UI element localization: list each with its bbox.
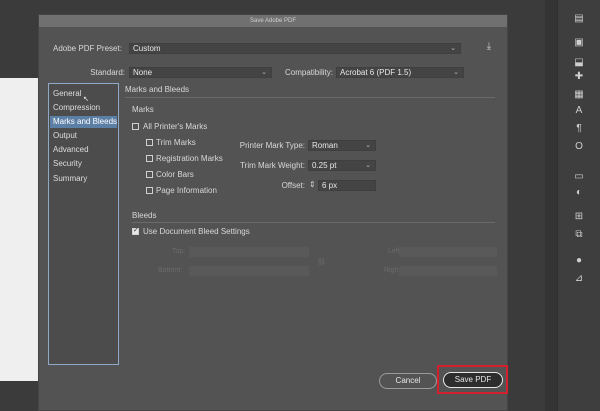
- page-information-checkbox[interactable]: [146, 187, 153, 194]
- bleeds-divider: [132, 222, 495, 223]
- color-bars-label: Color Bars: [156, 170, 194, 179]
- marks-heading: Marks: [132, 105, 154, 114]
- standard-select[interactable]: None ⌄: [129, 67, 272, 78]
- printer-mark-type-label: Printer Mark Type:: [239, 141, 305, 150]
- save-preset-icon[interactable]: ⤓: [482, 41, 496, 55]
- registration-marks-label: Registration Marks: [156, 154, 223, 163]
- dialog-titlebar[interactable]: Save Adobe PDF: [39, 15, 507, 27]
- layers-icon[interactable]: ▣: [572, 36, 586, 50]
- bleed-left-input[interactable]: [399, 247, 497, 257]
- sidebar-item-advanced[interactable]: Advanced: [53, 145, 89, 154]
- color-icon[interactable]: ●: [572, 254, 586, 268]
- preset-value: Custom: [133, 44, 161, 53]
- bleed-bottom-label: Bottom:: [158, 267, 183, 274]
- align-icon[interactable]: ⊞: [572, 210, 586, 224]
- color-bars-checkbox[interactable]: [146, 171, 153, 178]
- sidebar-item-compression[interactable]: Compression: [53, 103, 100, 112]
- dialog-title: Save Adobe PDF: [249, 18, 297, 24]
- all-printers-marks-checkbox[interactable]: [132, 123, 139, 130]
- glyphs-icon[interactable]: O: [572, 140, 586, 154]
- sidebar-item-summary[interactable]: Summary: [53, 174, 87, 183]
- page-information-label: Page Information: [156, 186, 217, 195]
- preset-label: Adobe PDF Preset:: [53, 44, 122, 53]
- bleed-top-label: Top:: [172, 248, 186, 255]
- preset-select[interactable]: Custom ⌄: [129, 43, 461, 54]
- trim-mark-weight-value: 0.25 pt: [312, 161, 337, 170]
- trim-mark-weight-label: Trim Mark Weight:: [240, 161, 305, 170]
- transform-icon[interactable]: ⊿: [572, 272, 586, 286]
- use-doc-bleed-label: Use Document Bleed Settings: [143, 227, 250, 236]
- gradient-icon[interactable]: ◐: [572, 186, 586, 200]
- chevron-down-icon: ⌄: [365, 162, 371, 169]
- paragraph-icon[interactable]: ¶: [572, 122, 586, 136]
- save-pdf-button[interactable]: Save PDF: [443, 372, 503, 388]
- bleeds-heading: Bleeds: [132, 211, 157, 220]
- tools-panel: ▤ ▣ ⬓ ✚ ▦ A ¶ O ▭ ◐ ⊞ ⧉ ● ⊿: [557, 0, 600, 411]
- mouse-cursor-icon: ↖: [83, 96, 89, 103]
- all-printers-marks-label: All Printer's Marks: [143, 122, 208, 131]
- section-title: Marks and Bleeds: [125, 85, 190, 94]
- compatibility-label: Compatibility:: [284, 68, 333, 77]
- cancel-button[interactable]: Cancel: [379, 373, 437, 389]
- trim-marks-checkbox[interactable]: [146, 139, 153, 146]
- section-divider: [125, 97, 495, 98]
- character-icon[interactable]: A: [572, 104, 586, 118]
- offset-value: 6 px: [322, 181, 338, 190]
- printer-mark-type-value: Roman: [312, 141, 338, 150]
- bleed-top-input[interactable]: [189, 247, 309, 257]
- bleed-right-input[interactable]: [399, 266, 497, 276]
- document-page: [0, 78, 38, 381]
- pathfinder-icon[interactable]: ⧉: [572, 228, 586, 242]
- standard-label: Standard:: [90, 68, 125, 77]
- links-icon[interactable]: ⬓: [572, 56, 586, 70]
- effects-icon[interactable]: ▭: [572, 170, 586, 184]
- sidebar-item-security[interactable]: Security: [53, 159, 82, 168]
- bleed-bottom-input[interactable]: [189, 266, 309, 276]
- stroke-icon[interactable]: ✚: [572, 70, 586, 84]
- save-pdf-dialog: Save Adobe PDF Adobe PDF Preset: Custom …: [38, 14, 508, 411]
- chevron-down-icon: ⌄: [365, 142, 371, 149]
- offset-label: Offset:: [281, 181, 305, 190]
- trim-mark-weight-select[interactable]: 0.25 pt ⌄: [308, 160, 376, 171]
- offset-input[interactable]: 6 px: [318, 180, 376, 191]
- chevron-down-icon: ⌄: [453, 69, 459, 76]
- chevron-down-icon: ⌄: [450, 45, 456, 52]
- registration-marks-checkbox[interactable]: [146, 155, 153, 162]
- trim-marks-label: Trim Marks: [156, 138, 196, 147]
- compatibility-value: Acrobat 6 (PDF 1.5): [340, 68, 412, 77]
- sidebar-item-general[interactable]: General: [53, 89, 81, 98]
- printer-mark-type-select[interactable]: Roman ⌄: [308, 140, 376, 151]
- swatches-icon[interactable]: ▦: [572, 88, 586, 102]
- panel-scrollbar[interactable]: [545, 0, 557, 411]
- use-doc-bleed-checkbox[interactable]: [132, 226, 139, 235]
- sidebar-item-output[interactable]: Output: [53, 131, 77, 140]
- standard-value: None: [133, 68, 153, 77]
- category-sidebar: General ↖ Compression Marks and Bleeds O…: [48, 83, 119, 365]
- pages-icon[interactable]: ▤: [572, 12, 586, 26]
- stepper-icon[interactable]: ⇕: [309, 180, 316, 189]
- sidebar-item-marks-and-bleeds[interactable]: Marks and Bleeds: [50, 116, 117, 128]
- link-bleed-icon[interactable]: ⛓: [317, 258, 326, 266]
- compatibility-select[interactable]: Acrobat 6 (PDF 1.5) ⌄: [336, 67, 464, 78]
